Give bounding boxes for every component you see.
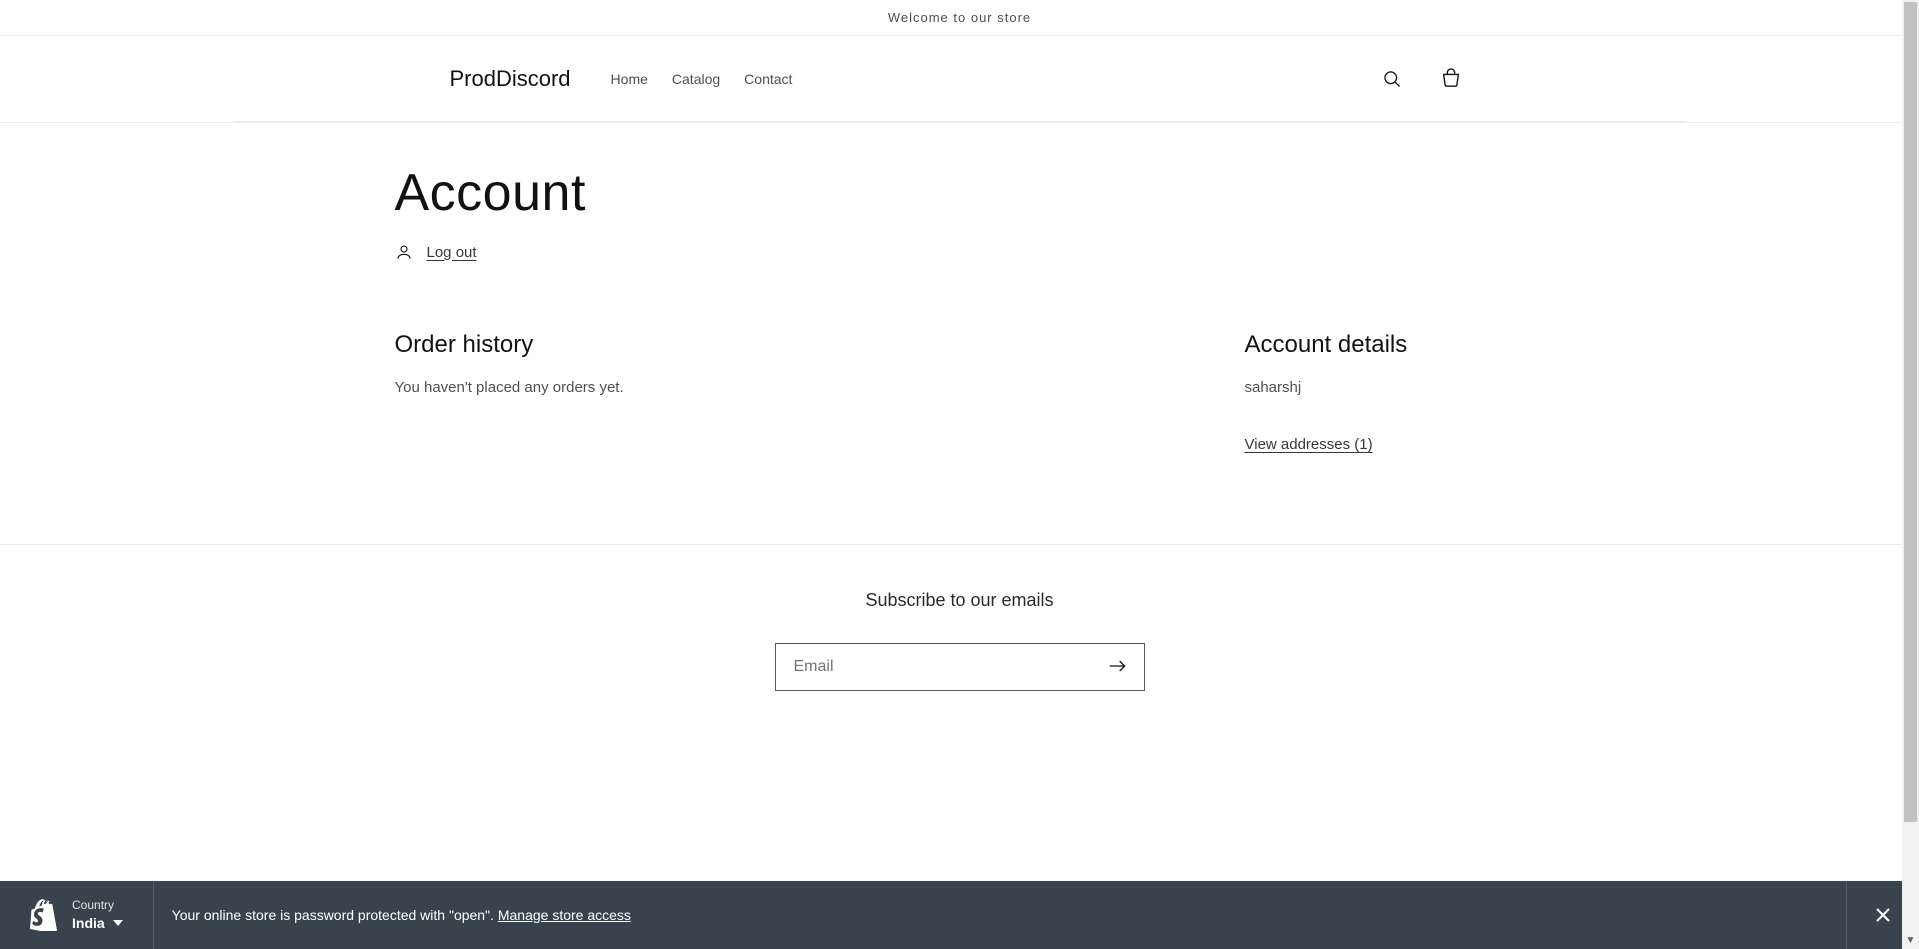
country-text: Country India — [72, 898, 123, 932]
site-logo[interactable]: ProdDiscord — [450, 66, 571, 92]
bar-message-text: Your online store is password protected … — [172, 907, 498, 923]
announcement-bar: Welcome to our store — [0, 0, 1919, 36]
announcement-text: Welcome to our store — [888, 10, 1031, 25]
cart-icon — [1440, 68, 1462, 90]
cart-button[interactable] — [1432, 60, 1470, 98]
scrollbar-thumb[interactable] — [1904, 2, 1917, 822]
header-container: ProdDiscord Home Catalog Contact — [0, 36, 1919, 123]
admin-bottom-bar: Country India Your online store is passw… — [0, 881, 1919, 949]
header-icons — [1374, 60, 1470, 98]
chevron-down-icon — [113, 920, 123, 926]
arrow-right-icon — [1108, 659, 1128, 673]
nav-catalog[interactable]: Catalog — [672, 71, 720, 87]
search-icon — [1382, 69, 1402, 89]
order-history-section: Order history You haven't placed any ord… — [395, 331, 1165, 454]
email-subscribe-form — [775, 643, 1145, 691]
account-details-section: Account details saharshj View addresses … — [1245, 331, 1525, 454]
close-icon — [1875, 907, 1891, 923]
account-name: saharshj — [1245, 379, 1525, 396]
search-button[interactable] — [1374, 61, 1410, 97]
page-title: Account — [395, 163, 1525, 223]
email-input[interactable] — [794, 658, 1098, 676]
subscribe-title: Subscribe to our emails — [0, 590, 1919, 611]
manage-store-link[interactable]: Manage store access — [498, 907, 631, 923]
order-history-title: Order history — [395, 331, 1165, 359]
vertical-scrollbar[interactable]: ▲ ▼ — [1902, 0, 1919, 949]
country-value: India — [72, 914, 123, 932]
user-icon — [395, 243, 413, 261]
logout-link[interactable]: Log out — [427, 244, 477, 261]
nav-contact[interactable]: Contact — [744, 71, 792, 87]
site-header: ProdDiscord Home Catalog Contact — [235, 36, 1685, 122]
primary-nav: Home Catalog Contact — [611, 71, 793, 87]
view-addresses-link[interactable]: View addresses (1) — [1245, 436, 1373, 453]
logout-row: Log out — [395, 243, 1525, 261]
account-grid: Order history You haven't placed any ord… — [395, 331, 1525, 454]
country-name: India — [72, 914, 105, 932]
order-history-empty: You haven't placed any orders yet. — [395, 379, 1165, 396]
account-details-title: Account details — [1245, 331, 1525, 359]
subscribe-submit-button[interactable] — [1098, 651, 1138, 684]
main-content: Account Log out Order history You haven'… — [395, 163, 1525, 454]
country-selector[interactable]: Country India — [0, 881, 154, 949]
nav-home[interactable]: Home — [611, 71, 648, 87]
country-label: Country — [72, 898, 123, 914]
bar-message: Your online store is password protected … — [154, 907, 1846, 923]
scroll-down-arrow-icon[interactable]: ▼ — [1902, 932, 1919, 949]
site-footer: Subscribe to our emails — [0, 544, 1919, 751]
shopify-icon — [30, 899, 58, 931]
